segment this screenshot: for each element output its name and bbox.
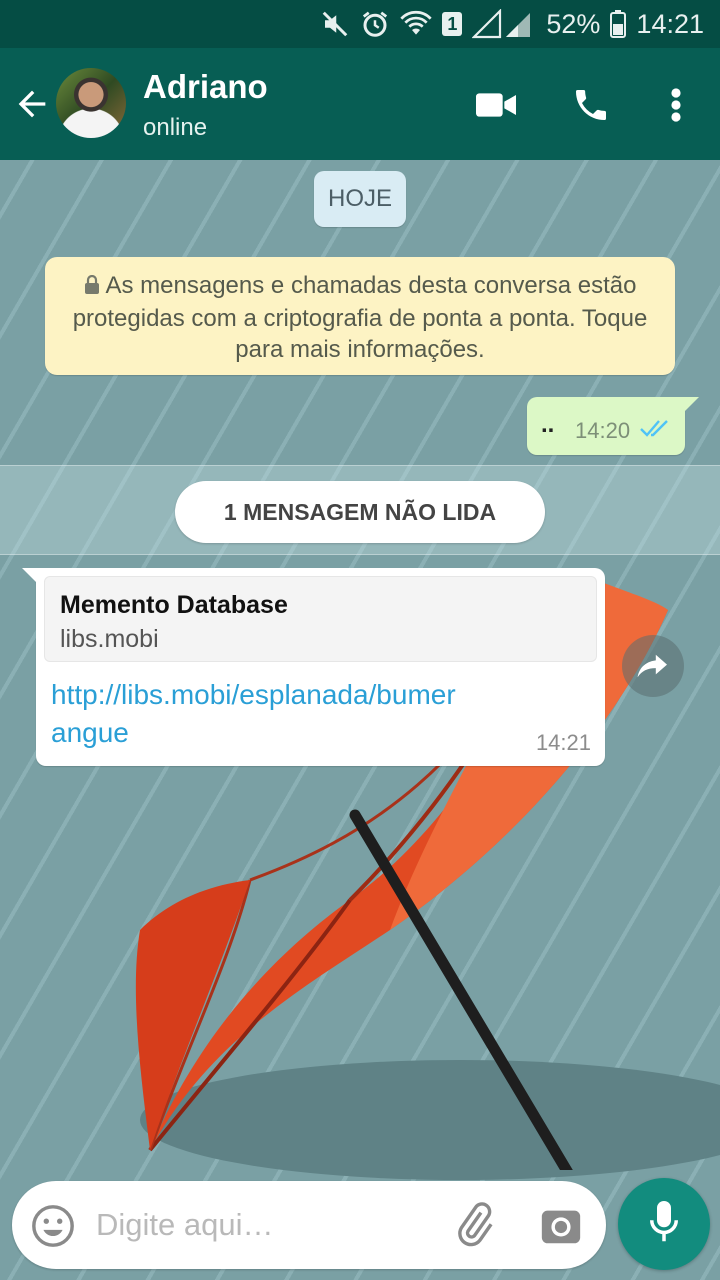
lock-icon [84,272,100,303]
incoming-message[interactable]: Memento Database libs.mobi http://libs.m… [22,568,605,766]
alarm-icon [360,8,390,40]
wifi-icon [400,8,433,40]
battery-percent: 52% [546,8,601,39]
read-ticks-icon [639,419,671,444]
outgoing-message[interactable]: .. 14:20 [527,397,699,455]
contact-status: online [143,114,208,141]
avatar[interactable] [56,68,126,138]
link-preview-domain: libs.mobi [60,625,159,653]
phone-icon[interactable] [568,82,614,128]
camera-icon[interactable] [538,1203,584,1249]
message-link[interactable]: http://libs.mobi/esplanada/bumerangue [51,676,471,752]
back-arrow-icon[interactable] [12,84,52,124]
unread-divider: 1 MENSAGEM NÃO LIDA [0,465,720,555]
encryption-notice-text: As mensagens e chamadas desta conversa e… [72,272,648,363]
chat-area[interactable]: HOJE As mensagens e chamadas desta conve… [0,160,720,1280]
status-bar: 1 52% 14:21 [0,0,720,48]
link-preview-title: Memento Database [60,591,288,619]
mic-button[interactable] [618,1178,710,1270]
mute-icon [320,8,350,40]
more-vert-icon[interactable] [653,82,699,128]
date-divider: HOJE [314,171,406,227]
forward-icon[interactable] [622,635,684,697]
message-time: 14:20 [575,418,631,443]
signal-icon [472,8,536,40]
chat-header: Adriano online [0,48,720,160]
encryption-notice[interactable]: As mensagens e chamadas desta conversa e… [45,257,675,375]
attach-icon[interactable] [450,1201,498,1249]
emoji-icon[interactable] [30,1203,76,1249]
clock: 14:21 [636,8,704,39]
message-composer [12,1181,606,1269]
contact-name[interactable]: Adriano [143,68,268,106]
video-call-icon[interactable] [473,82,519,128]
mic-icon [649,1200,679,1248]
battery-icon [610,8,627,40]
link-preview[interactable]: Memento Database libs.mobi [44,576,597,662]
message-input[interactable] [96,1201,426,1249]
message-time: 14:21 [535,730,591,755]
unread-banner: 1 MENSAGEM NÃO LIDA [175,481,545,543]
message-text: .. [541,411,555,438]
sim-badge: 1 [442,12,463,36]
